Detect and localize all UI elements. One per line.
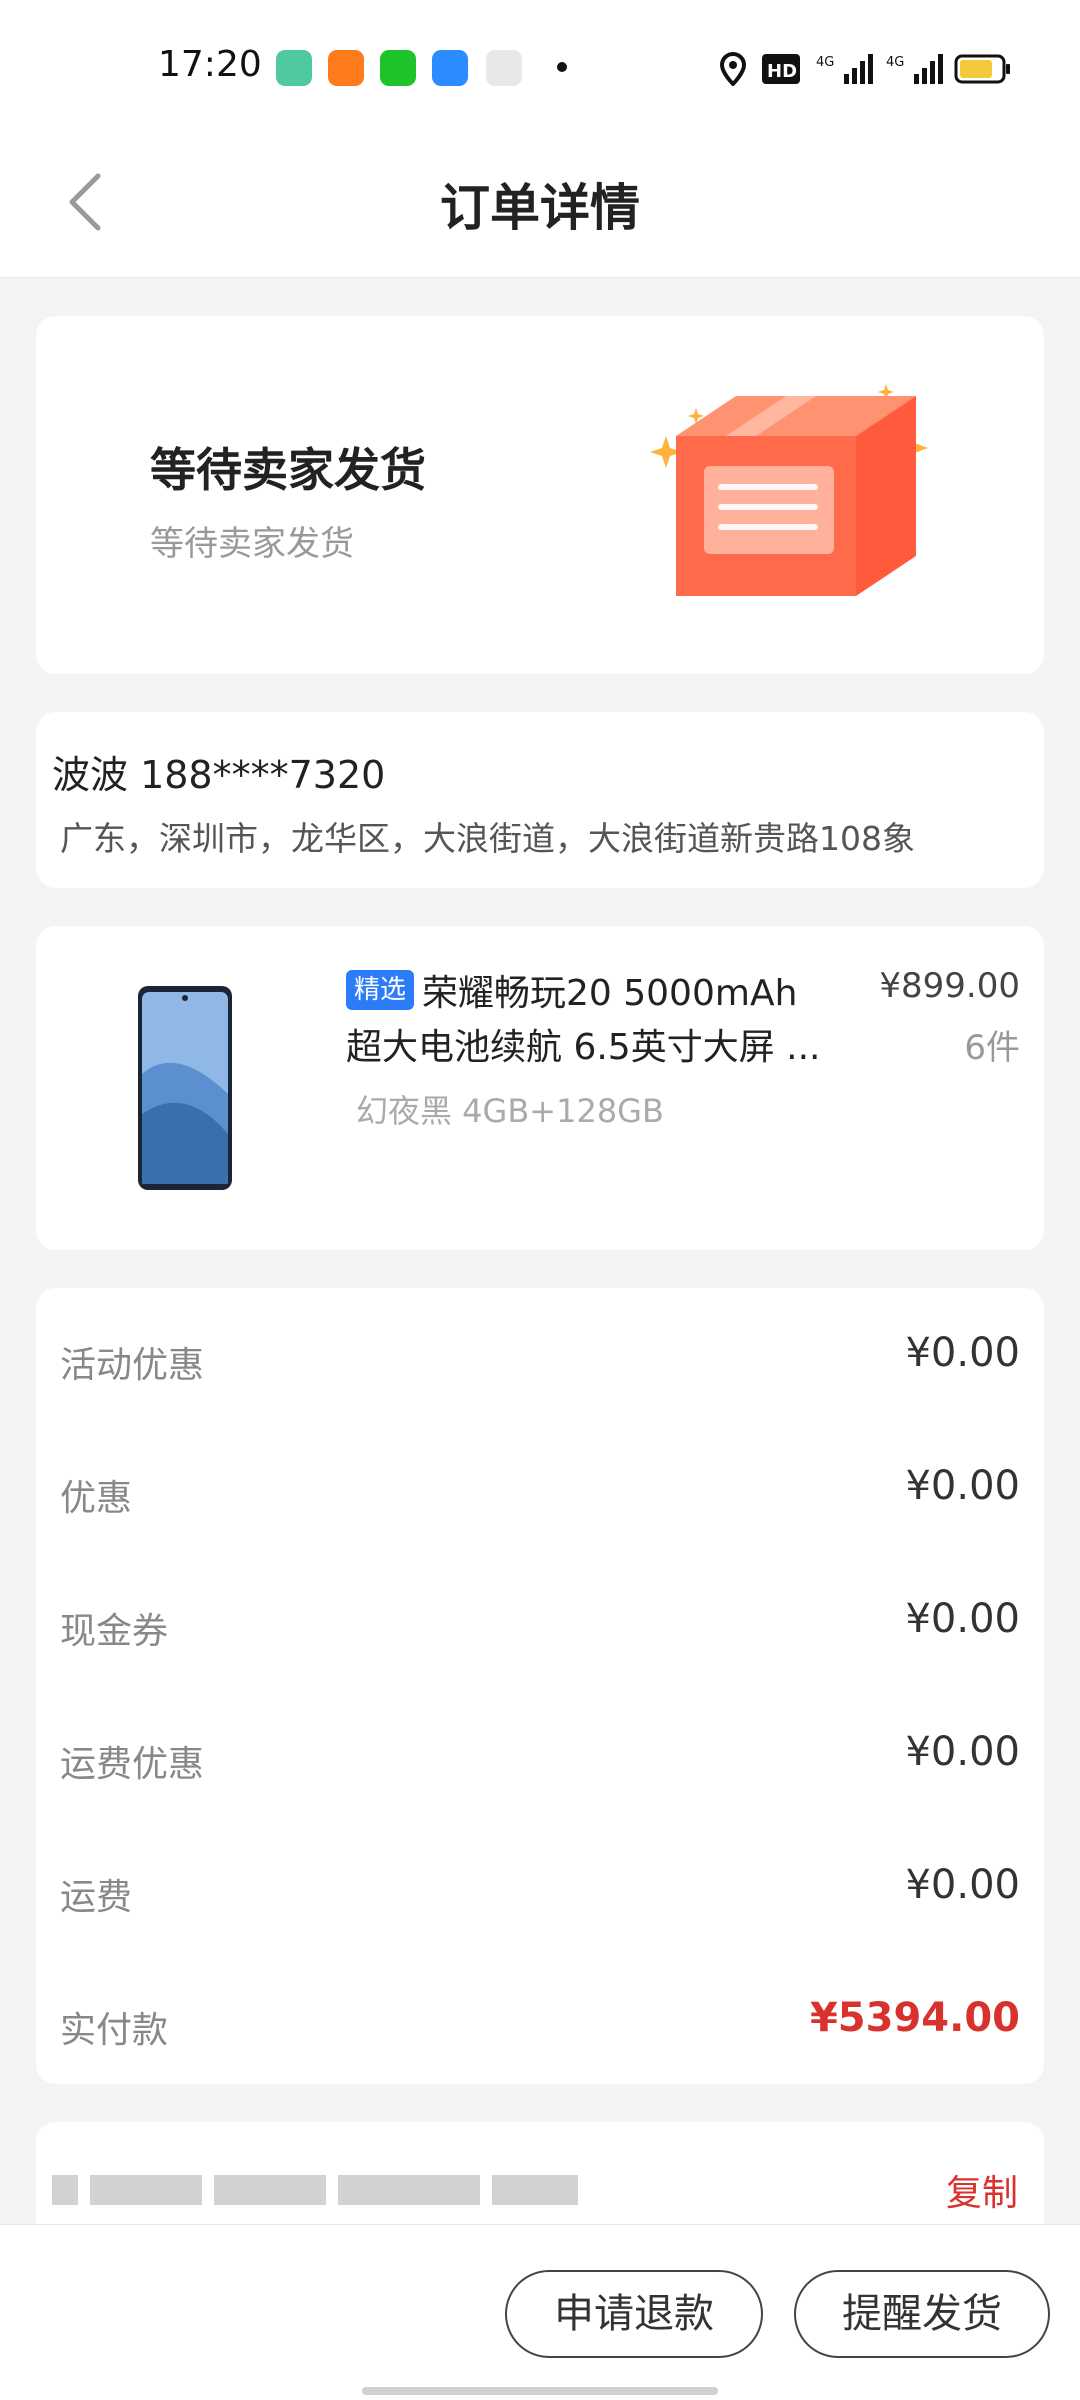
4g-signal-icon: 4G xyxy=(886,54,943,84)
fee-label: 运费 xyxy=(60,1877,133,1918)
battery-icon xyxy=(954,54,1010,84)
svg-text:4G: 4G xyxy=(886,55,904,70)
recipient-name-phone: 波波 188****7320 xyxy=(52,753,386,797)
location-icon xyxy=(719,52,747,86)
refund-button[interactable]: 申请退款 xyxy=(505,2270,763,2358)
fee-label: 运费优惠 xyxy=(60,1744,205,1785)
fee-row-discount: 优惠 ¥0.00 xyxy=(36,1451,1044,1531)
payment-summary-card: 活动优惠 ¥0.00 优惠 ¥0.00 现金券 ¥0.00 运费优惠 ¥0.00… xyxy=(36,1288,1044,2084)
map-app-icon xyxy=(486,50,522,86)
iqiyi-icon xyxy=(380,50,416,86)
product-name-line2: 超大电池续航 6.5英寸大屏 ... xyxy=(346,1027,821,1068)
fee-row-shipping: 运费 ¥0.00 xyxy=(36,1850,1044,1930)
product-price: ¥899.00 xyxy=(879,966,1020,1006)
svg-text:4G: 4G xyxy=(816,55,834,70)
fee-label: 现金券 xyxy=(60,1611,169,1652)
58-app-icon xyxy=(328,50,364,86)
hd-icon: HD xyxy=(762,54,800,84)
home-indicator[interactable] xyxy=(362,2387,718,2395)
order-status-title: 等待卖家发货 xyxy=(150,443,426,497)
page-title: 订单详情 xyxy=(440,179,640,237)
order-status-card: 等待卖家发货 等待卖家发货 xyxy=(36,316,1044,674)
recipient-address: 广东，深圳市，龙华区，大浪街道，大浪街道新贵路108象 xyxy=(60,819,915,858)
product-image xyxy=(138,986,232,1190)
bottom-action-bar: 申请退款 提醒发货 xyxy=(0,2224,1080,2400)
status-time: 17:20 xyxy=(158,44,262,85)
fee-label: 活动优惠 xyxy=(60,1345,205,1386)
fee-value: ¥0.00 xyxy=(905,1862,1020,1908)
top-navigation-bar: 订单详情 xyxy=(0,130,1080,278)
featured-tag: 精选 xyxy=(346,970,415,1010)
copy-order-number-button[interactable]: 复制 xyxy=(946,2164,1018,2216)
product-spec: 幻夜黑 4GB+128GB xyxy=(356,1092,664,1130)
order-status-subtitle: 等待卖家发货 xyxy=(150,524,354,564)
status-bar: 17:20 HD 4G 4G xyxy=(0,0,1080,130)
svg-text:HD: HD xyxy=(767,61,797,82)
product-card[interactable]: 精选 荣耀畅玩20 5000mAh 超大电池续航 6.5英寸大屏 ... 幻夜黑… xyxy=(36,926,1044,1250)
fee-row-activity-discount: 活动优惠 ¥0.00 xyxy=(36,1318,1044,1398)
fee-row-shipping-discount: 运费优惠 ¥0.00 xyxy=(36,1717,1044,1797)
product-name-line1: 荣耀畅玩20 5000mAh xyxy=(422,973,798,1014)
fee-value: ¥0.00 xyxy=(905,1596,1020,1642)
fee-value: ¥0.00 xyxy=(905,1330,1020,1376)
app-icon xyxy=(276,50,312,86)
youku-icon xyxy=(432,50,468,86)
shipping-address-card[interactable]: 波波 188****7320 广东，深圳市，龙华区，大浪街道，大浪街道新贵路10… xyxy=(36,712,1044,888)
fee-value: ¥0.00 xyxy=(905,1463,1020,1509)
fee-row-cash-coupon: 现金券 ¥0.00 xyxy=(36,1584,1044,1664)
package-box-icon xyxy=(650,384,928,596)
fee-label: 优惠 xyxy=(60,1478,133,1519)
fee-label: 实付款 xyxy=(60,2010,169,2051)
total-paid-value: ¥5394.00 xyxy=(809,1995,1020,2041)
remind-ship-button[interactable]: 提醒发货 xyxy=(794,2270,1050,2358)
fee-row-total-paid: 实付款 ¥5394.00 xyxy=(36,1983,1044,2063)
order-number-redacted xyxy=(52,2174,578,2206)
fee-value: ¥0.00 xyxy=(905,1729,1020,1775)
notification-dot-icon xyxy=(557,62,567,72)
4g-signal-icon: 4G xyxy=(816,54,873,84)
product-quantity: 6件 xyxy=(964,1028,1020,1068)
